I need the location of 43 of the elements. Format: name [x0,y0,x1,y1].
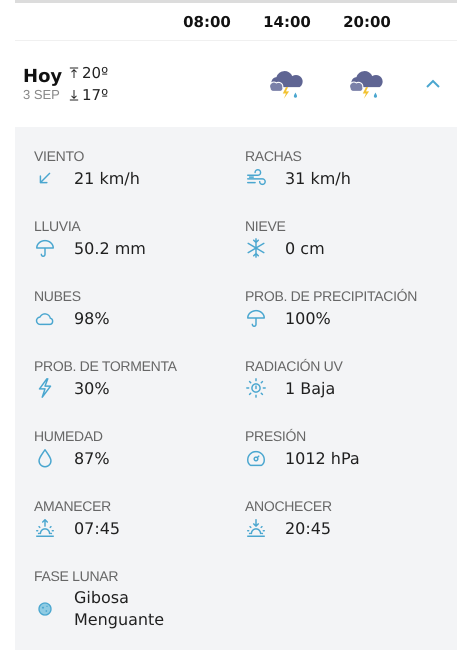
detail-label: PROB. DE TORMENTA [34,358,178,374]
detail-value: 07:45 [74,518,120,538]
max-arrow-icon [69,67,79,79]
detail-label: AMANECER [34,498,112,514]
detail-label: VIENTO [34,148,86,164]
detail-value: 30% [74,378,110,398]
detail-label: RACHAS [245,148,303,164]
max-temperature: 20º [82,64,108,82]
snowflake-icon [245,237,267,259]
detail-value: 0 cm [285,238,325,258]
min-temperature: 17º [82,86,108,104]
sunrise-icon [34,517,56,539]
detail-value: 98% [74,308,110,328]
detail-label: NIEVE [245,218,287,234]
umbrella-icon [245,307,267,329]
chevron-up-icon [425,79,441,89]
moon-icon [37,601,53,617]
detail-value: Gibosa Menguante [74,587,166,631]
day-name: Hoy [23,66,64,87]
detail-label: NUBES [34,288,82,304]
umbrella-icon [34,237,56,259]
detail-label: RADIACIÓN UV [245,358,344,374]
min-arrow-icon [69,89,79,101]
hour-label: 20:00 [343,12,391,30]
detail-value: 87% [74,448,110,468]
detail-value: 31 km/h [285,168,351,188]
detail-label: FASE LUNAR [34,568,120,584]
detail-label: PROB. DE PRECIPITACIÓN [245,288,418,304]
detail-value: 100% [285,308,331,328]
detail-label: PRESIÓN [245,428,307,444]
detail-value: 1 Baja [285,378,336,398]
detail-label: HUMEDAD [34,428,104,444]
detail-value: 50.2 mm [74,238,146,258]
detail-label: LLUVIA [34,218,82,234]
detail-value: 1012 hPa [285,448,360,468]
hour-label: 08:00 [183,12,231,30]
sunset-icon [245,517,267,539]
detail-value: 21 km/h [74,168,140,188]
detail-label: ANOCHECER [245,498,333,514]
detail-value: 20:45 [285,518,332,538]
day-date: 3 SEP [23,87,61,102]
hour-label: 14:00 [263,12,311,30]
sun-icon [245,377,267,399]
